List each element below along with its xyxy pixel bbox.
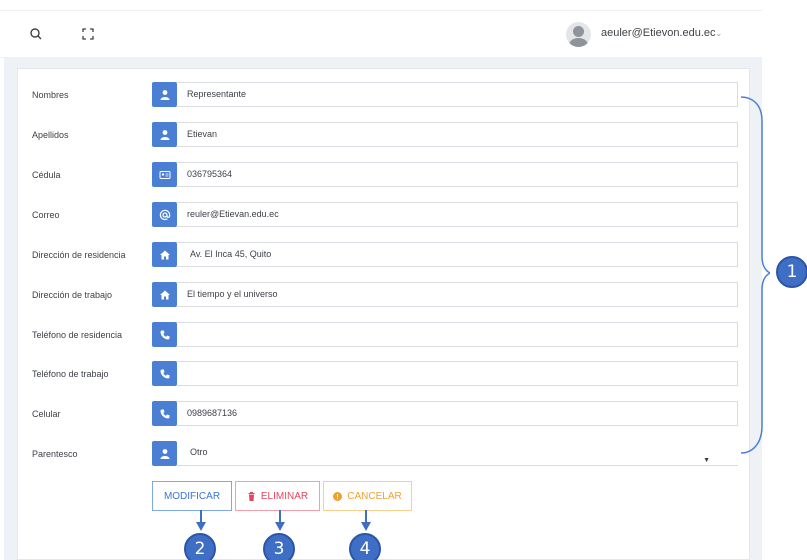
row-direccion-residencia: Dirección de residencia Av. El Inca 45, … (18, 241, 751, 273)
user-icon (152, 441, 177, 466)
cancelar-label: CANCELAR (347, 490, 402, 502)
label-cedula: Cédula (32, 170, 61, 180)
nombres-input[interactable]: Representante (177, 82, 738, 107)
row-direccion-trabajo: Dirección de trabajo El tiempo y el univ… (18, 281, 751, 313)
row-correo: Correo reuler@Etievan.edu.ec (18, 201, 751, 233)
celular-input[interactable]: 0989687136 (177, 401, 738, 426)
parentesco-select[interactable]: Otro ▼ (177, 441, 738, 466)
cancelar-button[interactable]: CANCELAR (323, 481, 412, 511)
avatar[interactable] (566, 22, 591, 47)
trash-icon (248, 491, 255, 501)
label-telefono-trabajo: Teléfono de trabajo (32, 369, 109, 379)
correo-input[interactable]: reuler@Etievan.edu.ec (177, 202, 738, 227)
annotation-marker-2: 2 (184, 533, 216, 560)
row-telefono-trabajo: Teléfono de trabajo (18, 360, 751, 392)
eliminar-button[interactable]: ELIMINAR (235, 481, 320, 511)
label-telefono-residencia: Teléfono de residencia (32, 330, 123, 340)
parentesco-selected-value: Otro (190, 447, 208, 457)
annotation-marker-3: 3 (263, 533, 295, 560)
user-icon (152, 82, 177, 107)
user-icon (152, 122, 177, 147)
chevron-down-icon[interactable]: ⌄ (715, 28, 723, 39)
label-correo: Correo (32, 210, 60, 220)
label-nombres: Nombres (32, 90, 69, 100)
row-celular: Celular 0989687136 (18, 400, 751, 432)
modificar-button[interactable]: MODIFICAR (152, 481, 232, 511)
row-telefono-residencia: Teléfono de residencia (18, 321, 751, 353)
row-apellidos: Apellidos Etievan (18, 121, 751, 153)
label-parentesco: Parentesco (32, 449, 78, 459)
representative-form: Nombres Representante Apellidos Etievan … (17, 68, 750, 560)
label-apellidos: Apellidos (32, 130, 69, 140)
apellidos-input[interactable]: Etievan (177, 122, 738, 147)
home-icon (152, 242, 177, 267)
label-direccion-trabajo: Dirección de trabajo (32, 290, 113, 300)
home-icon (152, 282, 177, 307)
arrow-down-icon (275, 510, 285, 531)
label-direccion-residencia: Dirección de residencia (32, 250, 126, 260)
id-card-icon (152, 162, 177, 187)
annotation-marker-1: 1 (776, 256, 807, 288)
alert-circle-icon (333, 491, 343, 501)
search-icon[interactable] (28, 26, 44, 42)
fullscreen-icon[interactable] (80, 26, 96, 42)
row-nombres: Nombres Representante (18, 81, 751, 113)
fields-bracket (740, 96, 770, 454)
at-icon (152, 202, 177, 227)
arrow-down-icon (196, 510, 206, 531)
phone-icon (152, 322, 177, 347)
user-email[interactable]: aeuler@Etievon.edu.ec (601, 27, 716, 39)
select-caret-icon: ▼ (703, 457, 710, 464)
label-celular: Celular (32, 409, 61, 419)
phone-icon (152, 401, 177, 426)
row-parentesco: Parentesco Otro ▼ (18, 440, 751, 472)
eliminar-label: ELIMINAR (260, 490, 309, 502)
cedula-input[interactable]: 036795364 (177, 162, 738, 187)
telefono-residencia-input[interactable] (177, 322, 738, 347)
telefono-trabajo-input[interactable] (177, 361, 738, 386)
arrow-down-icon (361, 510, 371, 531)
modificar-label: MODIFICAR (163, 490, 221, 502)
top-navbar: aeuler@Etievon.edu.ec ⌄ (0, 10, 762, 58)
direccion-residencia-input[interactable]: Av. El Inca 45, Quito (177, 242, 738, 267)
phone-icon (152, 361, 177, 386)
row-cedula: Cédula 036795364 (18, 161, 751, 193)
annotation-marker-4: 4 (349, 533, 381, 560)
direccion-trabajo-input[interactable]: El tiempo y el universo (177, 282, 738, 307)
